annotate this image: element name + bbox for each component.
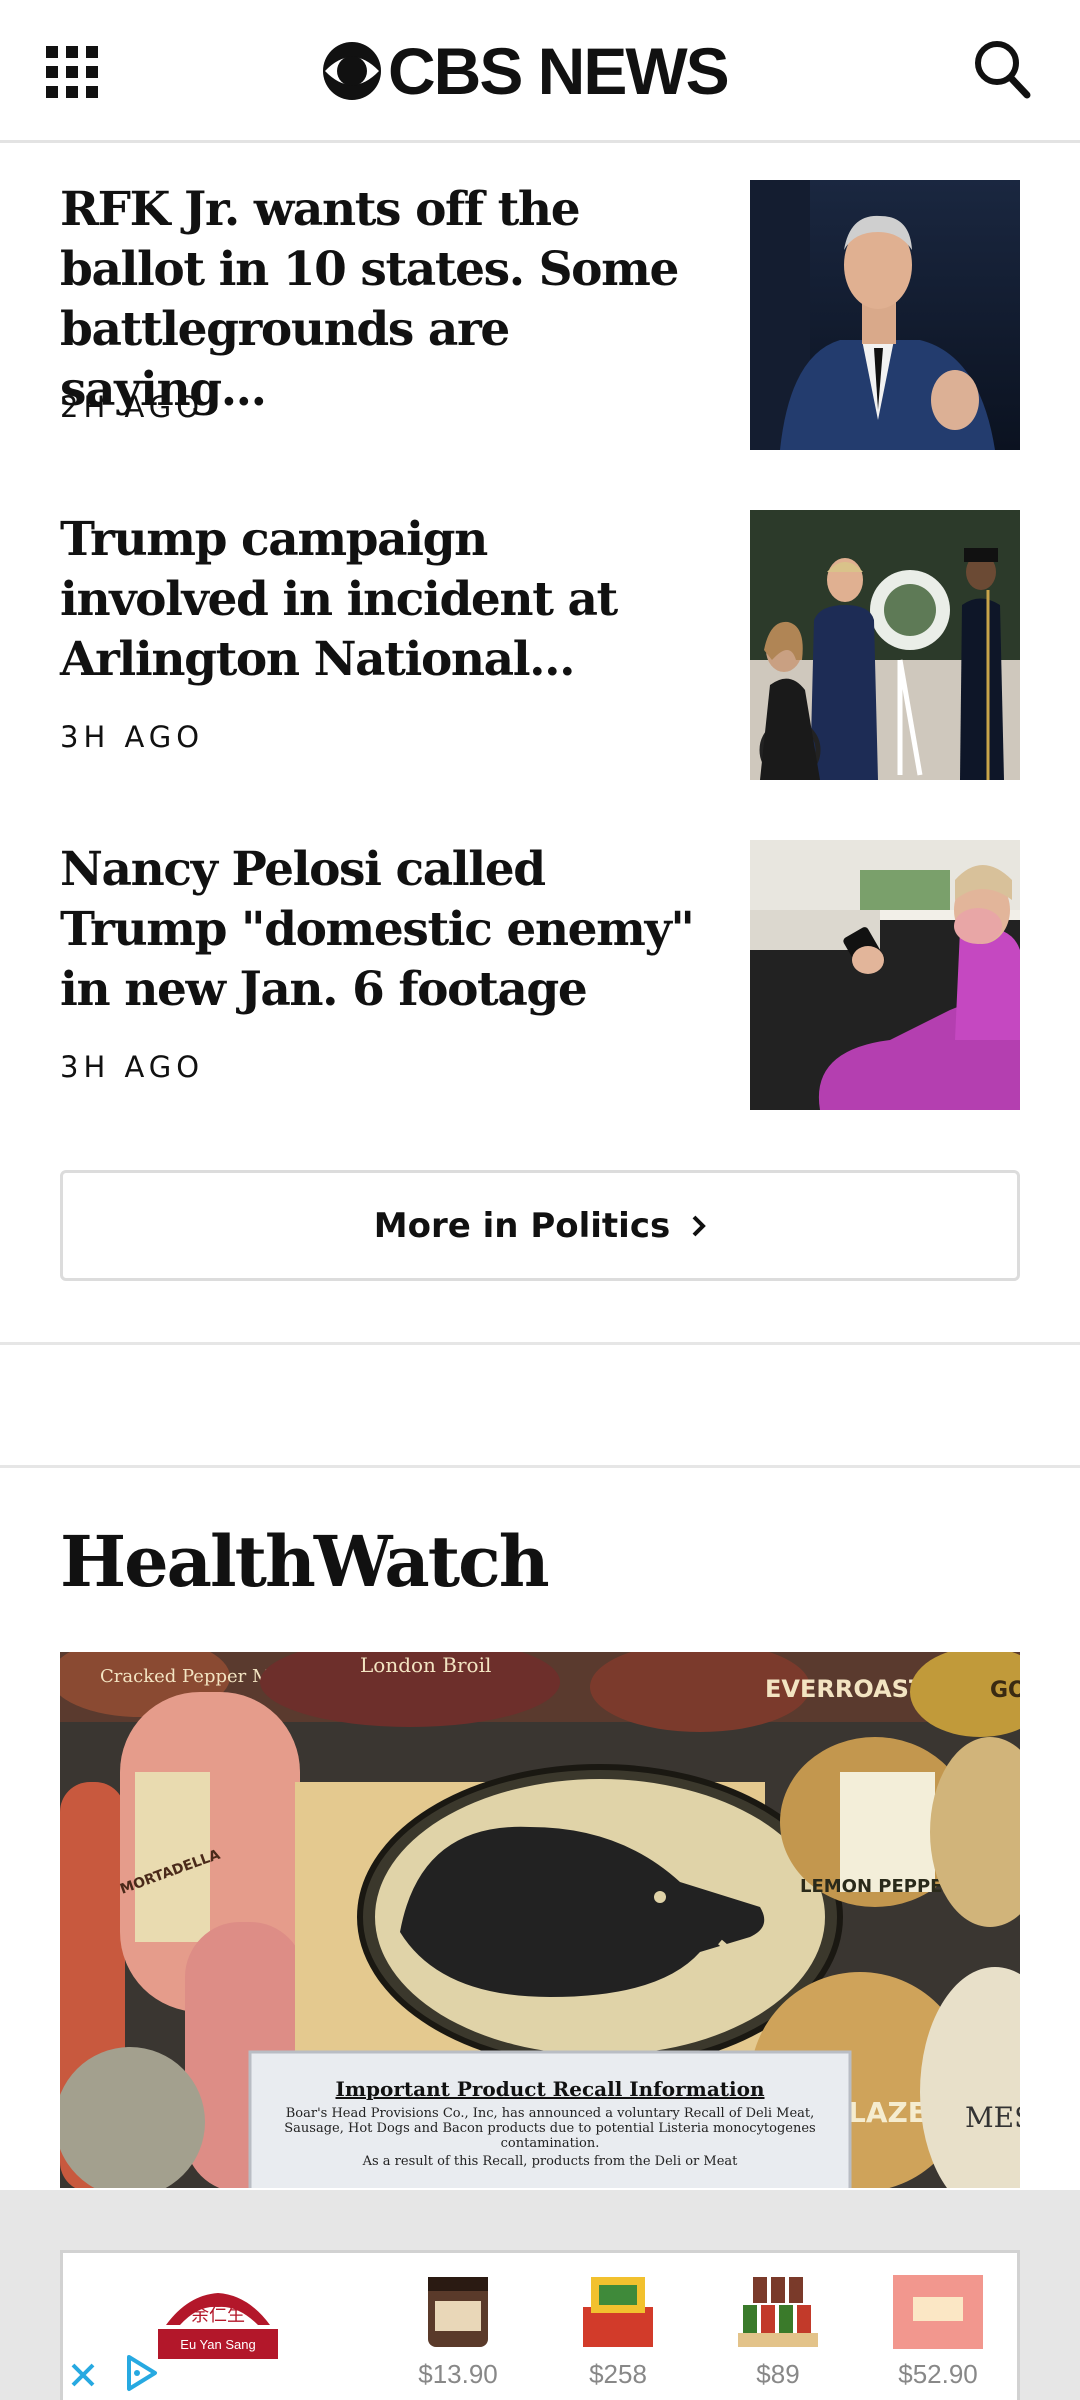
ad-brand-name: Eu Yan Sang [180, 2337, 256, 2352]
top-nav-bar: CBS NEWS [0, 0, 1080, 143]
recall-sign-text: Boar's Head Provisions Co., Inc, has ann… [284, 2106, 816, 2151]
chevron-right-icon [692, 1215, 707, 1236]
ad-brand-logo[interactable]: 余仁生 Eu Yan Sang [158, 2285, 278, 2359]
story-timestamp: 3H AGO [60, 1050, 205, 1084]
section-divider [0, 1465, 1080, 1468]
ad-product[interactable]: $13.90 [403, 2267, 513, 2391]
grid-menu-icon[interactable] [46, 46, 98, 98]
ad-product[interactable]: $52.90 [883, 2267, 993, 2391]
ad-product[interactable]: $89 [723, 2267, 833, 2391]
story-headline[interactable]: Nancy Pelosi called Trump "domestic enem… [60, 840, 700, 1020]
story-headline[interactable]: RFK Jr. wants off the ballot in 10 state… [60, 180, 700, 420]
story-thumbnail[interactable] [750, 840, 1020, 1110]
adchoices-icon[interactable] [121, 2353, 161, 2393]
svg-text:余仁生: 余仁生 [191, 2305, 245, 2326]
brand-wordmark: CBS NEWS [388, 34, 730, 108]
more-in-politics-button[interactable]: More in Politics [60, 1170, 1020, 1281]
ad-product[interactable]: $258 [563, 2267, 673, 2391]
story-thumbnail[interactable] [750, 510, 1020, 780]
story-thumbnail[interactable] [750, 180, 1020, 450]
story-timestamp: 2H AGO [60, 390, 205, 424]
story-card[interactable]: Nancy Pelosi called Trump "domestic enem… [60, 840, 1020, 1110]
section-divider [0, 1342, 1080, 1345]
meat-label: EVERROAST [765, 1675, 926, 1703]
meat-label: Cracked Pepper Mill [100, 1666, 288, 1687]
ad-price: $52.90 [898, 2359, 978, 2389]
healthwatch-hero-image[interactable]: Cracked Pepper Mill London Broil EVERROA… [60, 1652, 1020, 2188]
ad-close-icon[interactable] [67, 2359, 99, 2391]
story-card[interactable]: Trump campaign involved in incident at A… [60, 510, 1020, 780]
ad-price: $13.90 [418, 2359, 498, 2389]
ad-container: 余仁生 Eu Yan Sang $13.90 $258 $89 $52.90 [0, 2190, 1080, 2400]
section-title[interactable]: HealthWatch [60, 1520, 550, 1603]
recall-sign-title: Important Product Recall Information [336, 2077, 765, 2101]
ad-price: $89 [756, 2359, 800, 2389]
meat-label: GOLD [990, 1678, 1020, 1703]
cbs-eye-icon [323, 42, 381, 100]
more-in-politics-label: More in Politics [373, 1205, 671, 1246]
meat-label: London Broil [360, 1653, 491, 1677]
story-card[interactable]: RFK Jr. wants off the ballot in 10 state… [60, 180, 1020, 450]
search-icon[interactable] [972, 38, 1032, 100]
cbs-news-logo[interactable]: CBS NEWS [322, 34, 730, 108]
meat-label: LEMON PEPPER [800, 1876, 956, 1897]
meat-label: MES WOO [965, 2101, 1020, 2134]
ad-price: $258 [589, 2359, 647, 2389]
story-timestamp: 3H AGO [60, 720, 205, 754]
recall-sign-text: As a result of this Recall, products fro… [362, 2154, 738, 2169]
ad-banner[interactable]: 余仁生 Eu Yan Sang $13.90 $258 $89 $52.90 [60, 2250, 1020, 2400]
story-headline[interactable]: Trump campaign involved in incident at A… [60, 510, 700, 690]
